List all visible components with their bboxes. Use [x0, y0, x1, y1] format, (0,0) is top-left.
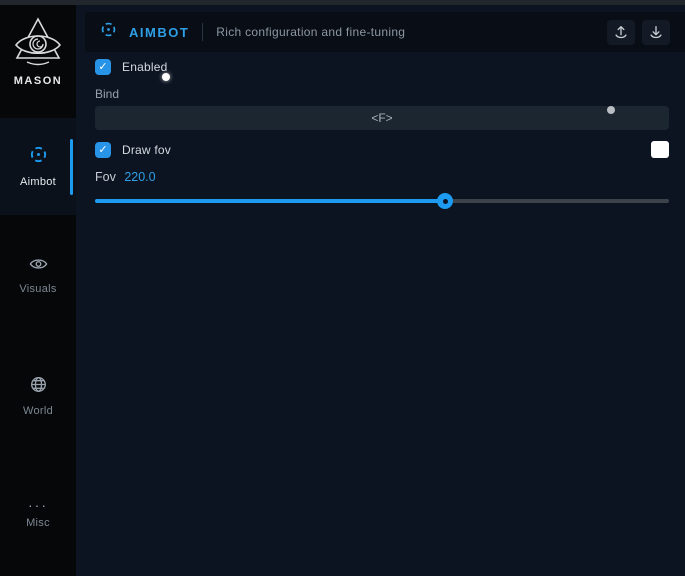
bind-key-field[interactable]: <F> [95, 106, 669, 130]
page-subtitle: Rich configuration and fine-tuning [216, 25, 405, 39]
fov-slider[interactable] [95, 193, 669, 209]
sidebar-item-aimbot[interactable]: Aimbot [0, 118, 76, 215]
active-indicator [70, 139, 73, 195]
sidebar-item-visuals[interactable]: Visuals [0, 250, 76, 302]
bind-key-value: <F> [371, 111, 392, 125]
fov-label: Fov [95, 170, 116, 184]
upload-config-button[interactable] [607, 20, 635, 45]
sidebar-item-misc[interactable]: ··· Misc [0, 488, 76, 540]
eye-icon [29, 257, 48, 276]
enabled-row: ✓ Enabled [95, 59, 669, 75]
sidebar-item-world[interactable]: World [0, 370, 76, 422]
crosshair-icon [100, 21, 117, 43]
sidebar-item-label: Aimbot [20, 176, 56, 188]
fov-color-swatch[interactable] [651, 141, 669, 158]
enabled-checkbox[interactable]: ✓ [95, 59, 111, 75]
enabled-label: Enabled [122, 60, 167, 74]
main-panel: AIMBOT Rich configuration and fine-tunin… [76, 0, 685, 576]
sidebar-item-label: World [23, 405, 53, 417]
page-title: AIMBOT [129, 25, 189, 40]
download-config-button[interactable] [642, 20, 670, 45]
sidebar: MASON Aimbot Visuals World [0, 0, 76, 576]
ellipsis-icon: ··· [28, 500, 48, 510]
bind-label: Bind [95, 87, 669, 101]
page-header: AIMBOT Rich configuration and fine-tunin… [85, 12, 685, 52]
header-actions [607, 20, 670, 45]
globe-icon [30, 376, 47, 398]
upload-icon [618, 27, 624, 35]
slider-handle[interactable] [437, 193, 453, 209]
slider-fill [95, 199, 445, 203]
eye-triangle-logo-icon [12, 16, 64, 72]
sidebar-item-label: Misc [26, 517, 50, 529]
header-divider [202, 23, 203, 41]
fov-value: 220.0 [124, 170, 155, 184]
brand-name: MASON [14, 75, 62, 87]
draw-fov-checkbox[interactable]: ✓ [95, 142, 111, 158]
bind-field-dot [607, 106, 615, 114]
window-top-edge [0, 0, 685, 5]
sidebar-item-label: Visuals [19, 283, 56, 295]
fov-label-row: Fov 220.0 [95, 170, 669, 184]
crosshair-icon [29, 145, 48, 169]
brand-logo: MASON [0, 16, 76, 87]
draw-fov-row: ✓ Draw fov [95, 141, 669, 158]
cursor-dot [162, 73, 170, 81]
draw-fov-label: Draw fov [122, 143, 171, 157]
download-icon [653, 27, 659, 35]
